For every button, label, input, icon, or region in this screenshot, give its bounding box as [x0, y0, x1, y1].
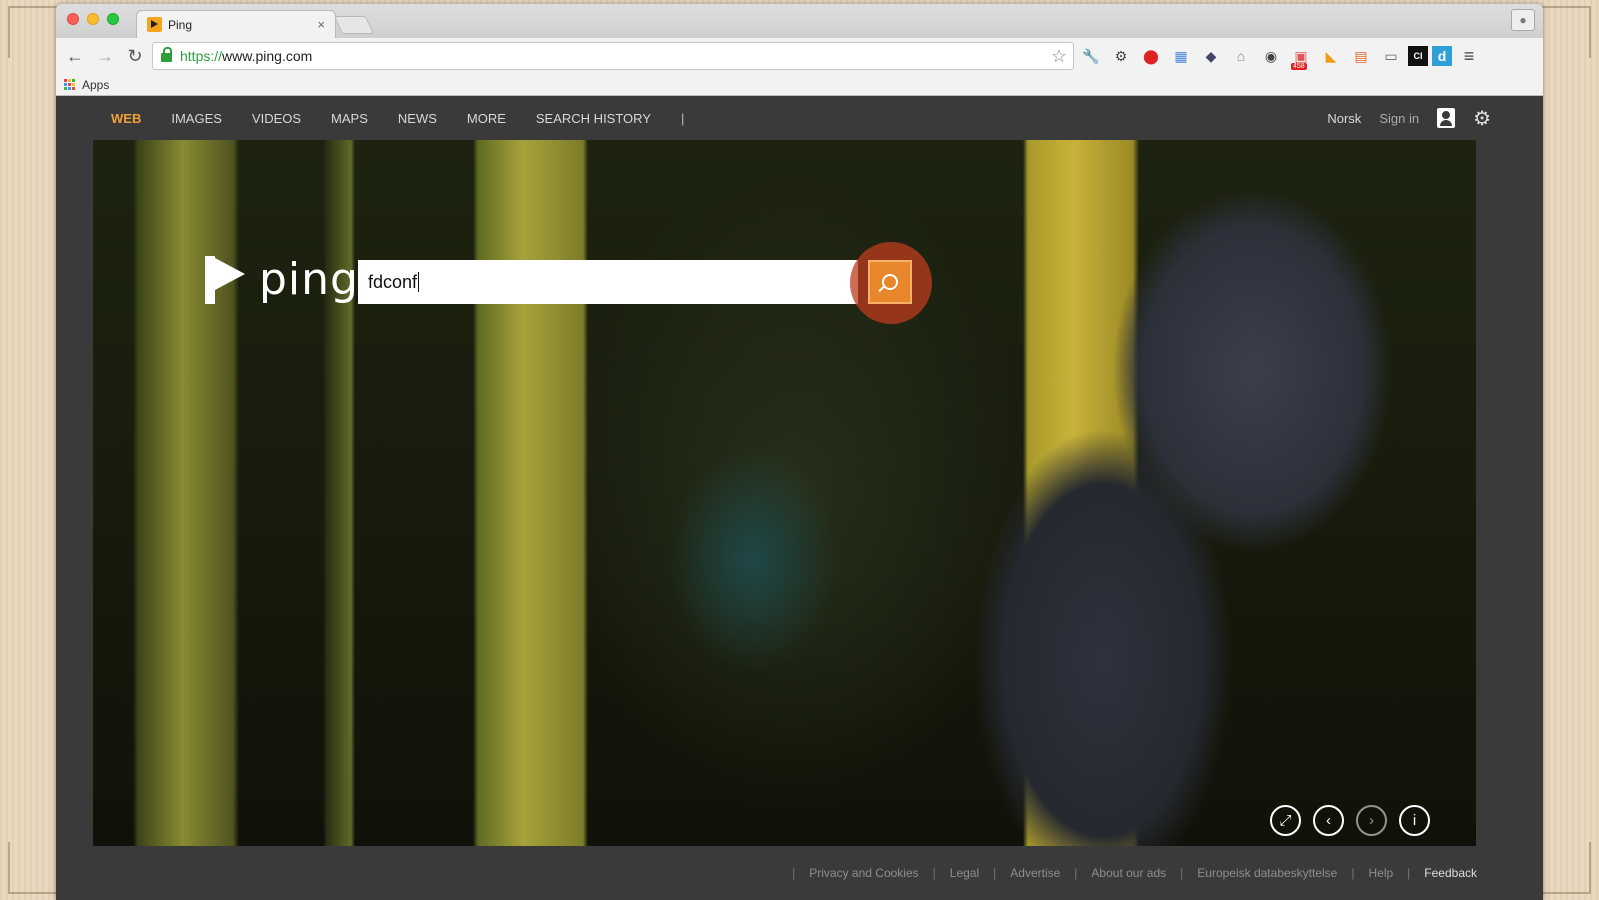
- close-window-button[interactable]: [67, 13, 79, 25]
- adblock-icon[interactable]: ⬤: [1138, 44, 1164, 68]
- language-link[interactable]: Norsk: [1327, 111, 1361, 126]
- footer-data-protection-link[interactable]: Europeisk databeskyttelse: [1197, 866, 1337, 880]
- frame-corner: [8, 842, 60, 894]
- footer-separator: |: [1074, 866, 1078, 880]
- footer-separator: |: [792, 866, 796, 880]
- footer-feedback-link[interactable]: Feedback: [1424, 866, 1477, 880]
- search-query: fdconf: [368, 271, 418, 292]
- next-image-icon[interactable]: ›: [1356, 805, 1387, 836]
- puzzle-extension-icon[interactable]: ◆: [1198, 44, 1224, 68]
- menu-hamburger-icon[interactable]: ≡: [1456, 44, 1482, 68]
- sign-in-link[interactable]: Sign in: [1379, 111, 1419, 126]
- settings-gear-icon[interactable]: ⚙: [1473, 106, 1491, 131]
- wrench-icon[interactable]: 🔧: [1078, 44, 1104, 68]
- extension-badge: 458: [1291, 63, 1307, 70]
- house-extension-icon[interactable]: ⌂: [1228, 44, 1254, 68]
- eye-icon[interactable]: ◉: [1258, 44, 1284, 68]
- reload-icon[interactable]: ↻: [122, 43, 148, 69]
- search-input[interactable]: fdconf: [358, 260, 858, 304]
- text-caret: [418, 272, 420, 292]
- close-tab-icon[interactable]: ×: [317, 17, 325, 32]
- bookmark-star-icon[interactable]: ☆: [1051, 46, 1067, 67]
- footer-separator: |: [1351, 866, 1355, 880]
- tab-strip: Ping × ●: [56, 4, 1543, 38]
- counter-extension-icon[interactable]: ▣ 458: [1288, 44, 1314, 70]
- apps-bookmark[interactable]: Apps: [82, 78, 109, 92]
- window-controls: [67, 13, 119, 25]
- bookmarks-bar: Apps: [56, 74, 1543, 96]
- top-navigation: WEB IMAGES VIDEOS MAPS NEWS MORE SEARCH …: [56, 96, 1543, 140]
- back-arrow-icon[interactable]: ←: [62, 43, 88, 69]
- frame-corner: [8, 6, 60, 58]
- footer: | Privacy and Cookies | Legal | Advertis…: [56, 846, 1543, 900]
- lock-icon: [161, 47, 172, 62]
- footer-separator: |: [1180, 866, 1184, 880]
- logo-text: ping: [259, 254, 359, 305]
- tab-title: Ping: [168, 17, 193, 32]
- apps-grid-icon: [64, 78, 76, 91]
- ci-extension-icon[interactable]: CI: [1408, 46, 1428, 66]
- new-tab-button[interactable]: [333, 16, 375, 34]
- nav-more[interactable]: MORE: [467, 111, 506, 126]
- search-button[interactable]: [868, 260, 912, 304]
- footer-separator: |: [932, 866, 936, 880]
- d-extension-icon[interactable]: d: [1432, 46, 1452, 66]
- footer-legal-link[interactable]: Legal: [950, 866, 979, 880]
- ping-favicon-icon: [147, 17, 162, 32]
- frame-corner: [1539, 842, 1591, 894]
- nav-separator: |: [681, 110, 685, 126]
- info-icon[interactable]: i: [1399, 805, 1430, 836]
- minimize-window-button[interactable]: [87, 13, 99, 25]
- user-icon[interactable]: [1437, 108, 1456, 128]
- cast-icon[interactable]: ▭: [1378, 44, 1404, 68]
- maximize-window-button[interactable]: [107, 13, 119, 25]
- nav-web[interactable]: WEB: [111, 111, 141, 126]
- note-extension-icon[interactable]: ▤: [1348, 44, 1374, 68]
- url-host: www.ping.com: [222, 48, 313, 64]
- footer-about-ads-link[interactable]: About our ads: [1091, 866, 1166, 880]
- gear-extension-icon[interactable]: ⚙: [1108, 44, 1134, 68]
- hero-background-image: ping fdconf ⤢ ‹ › i: [93, 140, 1476, 846]
- search-icon: [882, 274, 898, 290]
- fullscreen-icon[interactable]: ⤢: [1270, 805, 1301, 836]
- nav-news[interactable]: NEWS: [398, 111, 437, 126]
- ping-logo-mark-icon: [205, 255, 245, 304]
- footer-privacy-link[interactable]: Privacy and Cookies: [809, 866, 918, 880]
- image-controls: ⤢ ‹ › i: [1270, 805, 1430, 836]
- footer-separator: |: [1407, 866, 1411, 880]
- nav-images[interactable]: IMAGES: [171, 111, 222, 126]
- previous-image-icon[interactable]: ‹: [1313, 805, 1344, 836]
- browser-toolbar: ← → ↻ https://www.ping.com ☆ 🔧 ⚙ ⬤ ▦ ◆ ⌂…: [56, 38, 1543, 74]
- footer-help-link[interactable]: Help: [1368, 866, 1393, 880]
- rss-icon[interactable]: ◣: [1318, 44, 1344, 68]
- browser-window: Ping × ● ← → ↻ https://www.ping.com ☆ 🔧 …: [56, 4, 1543, 900]
- browser-tab-ping[interactable]: Ping ×: [136, 10, 336, 38]
- nav-links: WEB IMAGES VIDEOS MAPS NEWS MORE SEARCH …: [111, 111, 684, 126]
- nav-search-history[interactable]: SEARCH HISTORY: [536, 111, 651, 126]
- footer-advertise-link[interactable]: Advertise: [1010, 866, 1060, 880]
- calendar-extension-icon[interactable]: ▦: [1168, 44, 1194, 68]
- url-scheme: https://: [180, 48, 223, 64]
- ping-page: WEB IMAGES VIDEOS MAPS NEWS MORE SEARCH …: [56, 96, 1543, 900]
- forward-arrow-icon[interactable]: →: [92, 43, 118, 69]
- address-bar[interactable]: https://www.ping.com ☆: [152, 42, 1074, 70]
- ping-logo: ping: [205, 254, 359, 305]
- frame-corner: [1539, 6, 1591, 58]
- nav-videos[interactable]: VIDEOS: [252, 111, 301, 126]
- footer-separator: |: [993, 866, 997, 880]
- nav-maps[interactable]: MAPS: [331, 111, 368, 126]
- profile-icon[interactable]: ●: [1511, 9, 1535, 31]
- nav-right: Norsk Sign in ⚙: [1327, 96, 1491, 140]
